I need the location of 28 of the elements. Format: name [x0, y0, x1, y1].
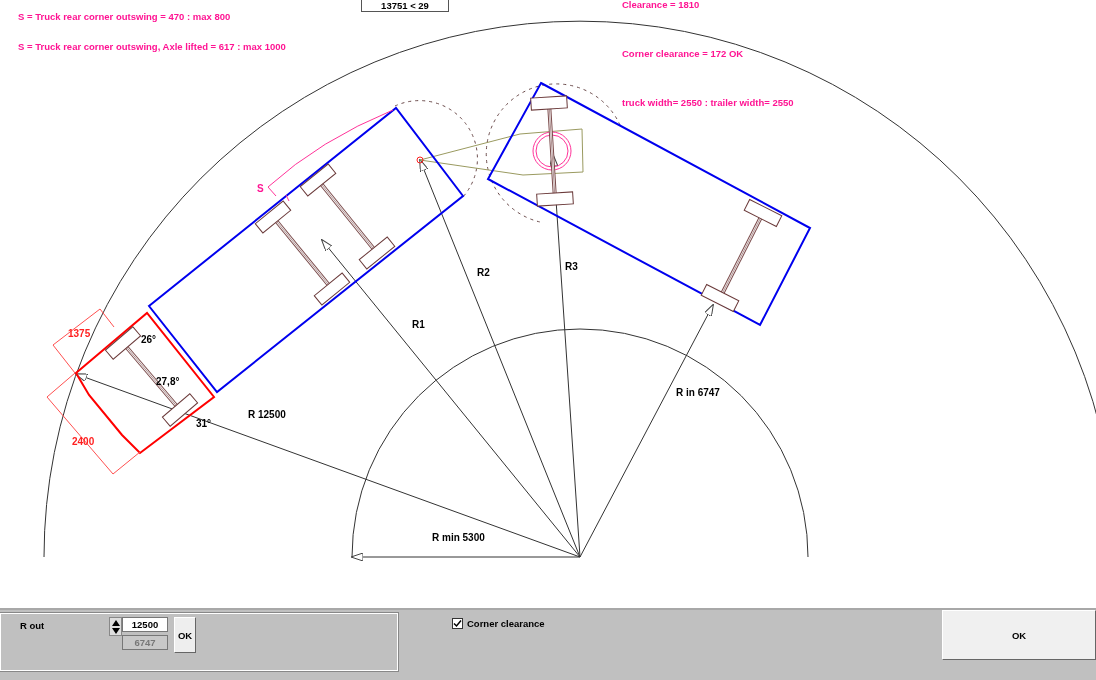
- drawing-label: R3: [565, 261, 578, 272]
- spinner-control[interactable]: [109, 617, 122, 636]
- drawing-label: 27,8°: [156, 376, 180, 387]
- drawing-label: S: [257, 183, 264, 194]
- status-message: S = Truck rear corner outswing, Axle lifted = 617 : max 1000: [18, 41, 286, 52]
- readout-box: 13751 < 29: [361, 0, 449, 12]
- drawing-label: R 12500: [248, 409, 286, 420]
- status-message: Clearance = 1810: [622, 0, 700, 10]
- drawing-label: R2: [477, 267, 490, 278]
- kingpin-point: [416, 156, 424, 164]
- checkbox-icon[interactable]: [452, 618, 463, 629]
- drawing-label: R1: [412, 319, 425, 330]
- status-message: S = Truck rear corner outswing = 470 : max 800: [18, 11, 231, 22]
- drawing-label: 1375: [68, 328, 91, 339]
- corner-clearance-checkbox[interactable]: Corner clearance: [452, 618, 939, 629]
- status-message: truck width= 2550 : trailer width= 2550: [622, 97, 794, 108]
- checkbox-label: Corner clearance: [467, 618, 545, 629]
- ok-button[interactable]: OK: [942, 610, 1096, 660]
- drawing-label: R min 5300: [432, 532, 485, 543]
- r-out-label: R out: [20, 620, 46, 631]
- r-out-input[interactable]: 12500: [122, 617, 168, 632]
- apply-button[interactable]: OK: [174, 617, 196, 653]
- status-message: Corner clearance = 172 OK: [622, 48, 744, 59]
- drawing-label: R in 6747: [676, 387, 720, 398]
- drawing-label: 2400: [72, 436, 95, 447]
- fifth-wheel-drawing: [532, 131, 572, 171]
- drawing-label: 31°: [196, 418, 212, 429]
- drawing-label: 26°: [141, 334, 157, 345]
